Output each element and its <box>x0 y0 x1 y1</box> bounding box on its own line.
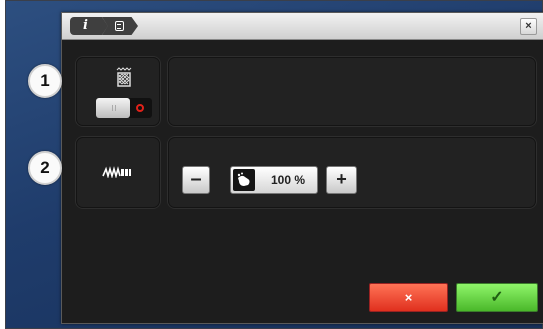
embroidery-setting-label-panel <box>76 57 160 126</box>
screen-background: i × – 100 % + × ✓ 1 2 <box>5 0 543 329</box>
speed-value-field[interactable]: 100 % <box>230 166 318 194</box>
settings-dialog: i × – 100 % + × ✓ <box>61 12 543 324</box>
machine-icon <box>115 21 124 31</box>
callout-badge-2: 2 <box>28 151 62 185</box>
stitch-icon <box>102 166 131 178</box>
toggle-knob[interactable] <box>96 98 130 118</box>
stitch-setting-label-panel <box>76 137 160 208</box>
callout-badge-1: 1 <box>28 64 62 98</box>
speed-hand-icon <box>233 169 255 191</box>
increase-button[interactable]: + <box>326 166 357 194</box>
close-button[interactable]: × <box>520 18 537 35</box>
embroidery-grid-icon <box>116 67 132 87</box>
info-icon: i <box>83 18 88 33</box>
embroidery-setting-content-panel <box>168 57 536 126</box>
breadcrumb-info[interactable]: i <box>70 17 108 35</box>
embroidery-toggle-switch[interactable] <box>96 98 152 118</box>
title-bar: i × <box>62 13 543 40</box>
stitch-setting-content-panel: – 100 % + <box>168 137 536 208</box>
red-circle-icon <box>136 104 144 112</box>
decrease-button[interactable]: – <box>182 166 210 194</box>
speed-value: 100 % <box>270 173 306 187</box>
cancel-button[interactable]: × <box>369 283 448 312</box>
confirm-button[interactable]: ✓ <box>456 283 538 312</box>
